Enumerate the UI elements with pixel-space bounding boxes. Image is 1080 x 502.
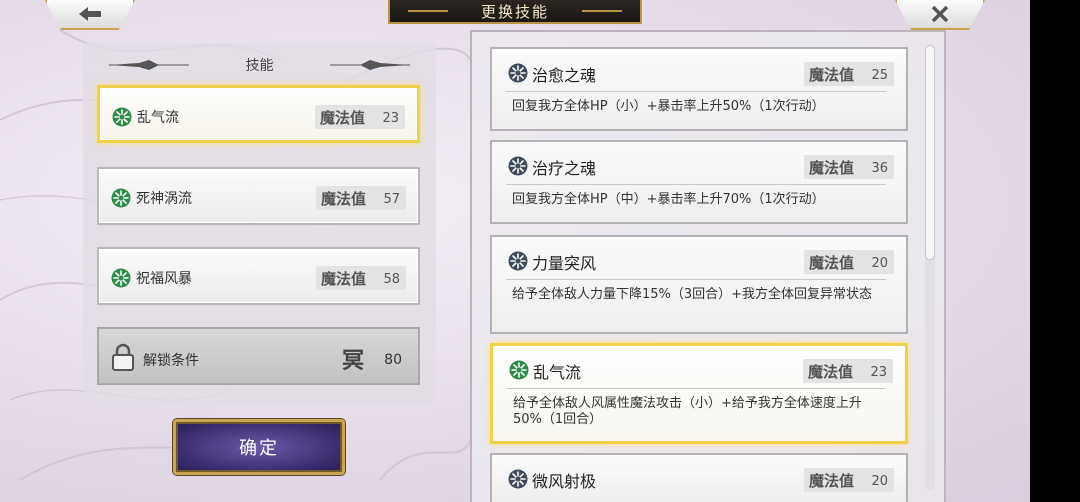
scrollbar[interactable] — [925, 45, 935, 490]
mp-value: 25 — [871, 68, 888, 83]
skill-description: 给予全体敌人风属性魔法攻击（小）+给予我方全体速度上升50%（1回合） — [513, 396, 862, 427]
skill-description: 回复我方全体HP（中）+暴击率上升70%（1次行动） — [512, 192, 825, 207]
mp-label: 魔法值 — [809, 472, 855, 490]
unlock-condition-label: 解锁条件 — [143, 353, 199, 369]
close-button[interactable] — [895, 0, 985, 30]
skill-name: 乱气流 — [533, 363, 582, 382]
skill-card[interactable]: 力量突风 魔法值 20 给予全体敌人力量下降15%（3回合）+我方全体回复异常状… — [490, 235, 908, 334]
mp-value: 20 — [871, 256, 888, 271]
divider — [506, 184, 886, 185]
mp-value: 23 — [382, 111, 399, 126]
locked-skill-slot[interactable]: 解锁条件 冥 80 — [97, 327, 420, 385]
divider — [506, 279, 886, 280]
mp-cost: 魔法值 20 — [804, 468, 894, 492]
skill-card[interactable]: 治愈之魂 魔法值 25 回复我方全体HP（小）+暴击率上升50%（1次行动） — [490, 47, 908, 131]
panel-title: 技能 — [245, 58, 274, 74]
equipped-skill-slot[interactable]: 乱气流 魔法值 23 — [97, 85, 420, 143]
back-button[interactable] — [45, 0, 135, 30]
page-title: 更换技能 — [388, 0, 642, 24]
mp-label: 魔法值 — [320, 109, 366, 127]
mp-label: 魔法值 — [321, 270, 367, 288]
wind-element-icon — [508, 251, 528, 271]
confirm-button[interactable]: 确定 — [173, 419, 345, 475]
confirm-label: 确定 — [239, 438, 279, 459]
mp-value: 36 — [871, 161, 888, 176]
page-title-text: 更换技能 — [480, 2, 549, 21]
mp-cost: 魔法值 25 — [804, 62, 894, 86]
skill-card[interactable]: 治疗之魂 魔法值 36 回复我方全体HP（中）+暴击率上升70%（1次行动） — [490, 140, 908, 224]
skill-card[interactable]: 微风射极 魔法值 20 — [490, 453, 908, 502]
wind-element-icon — [508, 469, 528, 489]
lock-icon — [112, 343, 134, 371]
mp-cost: 魔法值 36 — [804, 155, 894, 179]
skill-description: 回复我方全体HP（小）+暴击率上升50%（1次行动） — [512, 99, 825, 114]
mp-label: 魔法值 — [809, 159, 855, 177]
skill-name: 力量突风 — [532, 254, 597, 273]
skill-name: 治疗之魂 — [532, 159, 597, 178]
skill-name: 死神涡流 — [136, 191, 192, 207]
wind-element-icon — [112, 107, 132, 127]
panel-header: 技能 — [83, 53, 436, 77]
header-ornament-icon — [109, 60, 189, 70]
unlock-level: 80 — [384, 352, 402, 368]
skill-name: 微风射极 — [532, 472, 597, 491]
scrollbar-thumb[interactable] — [925, 45, 935, 260]
mp-cost: 魔法值 58 — [316, 266, 406, 290]
arrow-left-icon — [79, 7, 101, 21]
skill-description: 给予全体敌人力量下降15%（3回合）+我方全体回复异常状态 — [512, 287, 873, 302]
divider — [507, 388, 885, 389]
mp-value: 23 — [870, 365, 887, 380]
wind-element-icon — [508, 63, 528, 83]
wind-element-icon — [508, 156, 528, 176]
mp-value: 57 — [383, 192, 400, 207]
skill-card[interactable]: 乱气流 魔法值 23 给予全体敌人风属性魔法攻击（小）+给予我方全体速度上升50… — [490, 343, 908, 444]
mp-cost: 魔法值 23 — [803, 359, 893, 383]
condition-glyph: 冥 — [342, 349, 365, 374]
mp-label: 魔法值 — [808, 363, 854, 381]
mp-label: 魔法值 — [809, 254, 855, 272]
equipped-skill-slot[interactable]: 祝福风暴 魔法值 58 — [97, 247, 420, 305]
skill-name: 祝福风暴 — [136, 271, 192, 287]
wind-element-icon — [111, 188, 131, 208]
wind-element-icon — [111, 268, 131, 288]
divider — [506, 91, 886, 92]
mp-cost: 魔法值 57 — [316, 186, 406, 210]
header-ornament-icon — [330, 60, 410, 70]
wind-element-icon — [509, 360, 529, 380]
title-ornament-icon — [582, 10, 622, 12]
mp-label: 魔法值 — [321, 190, 367, 208]
mp-value: 58 — [383, 272, 400, 287]
close-x-icon — [931, 5, 949, 23]
mp-cost: 魔法值 23 — [315, 105, 405, 129]
skill-name: 乱气流 — [137, 110, 179, 126]
equipped-skill-slot[interactable]: 死神涡流 魔法值 57 — [97, 167, 420, 225]
mp-label: 魔法值 — [809, 66, 855, 84]
title-ornament-icon — [408, 10, 448, 12]
screen-edge — [1030, 0, 1080, 502]
mp-cost: 魔法值 20 — [804, 250, 894, 274]
mp-value: 20 — [871, 474, 888, 489]
skill-name: 治愈之魂 — [532, 66, 597, 85]
